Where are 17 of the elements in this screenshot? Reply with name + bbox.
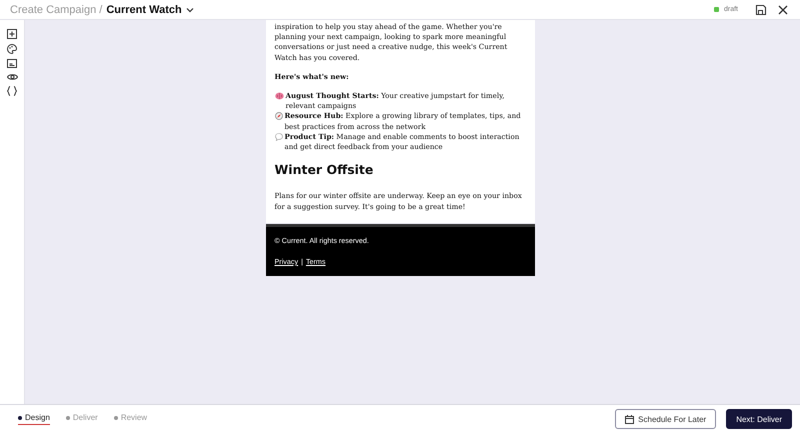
step-tab[interactable]: Design [18,413,50,425]
compass-icon [274,112,282,120]
calendar-icon [625,414,634,424]
close-icon[interactable] [778,4,788,14]
schedule-button[interactable]: Schedule For Later [615,409,716,429]
speech-bubble-icon [274,132,282,141]
next-button[interactable]: Next: Deliver [726,409,792,429]
section-heading: Winter Offsite [274,165,374,176]
campaign-title[interactable]: Current Watch [106,4,182,16]
layout-icon[interactable] [7,59,17,68]
chevron-down-icon[interactable] [186,6,194,12]
eye-icon[interactable] [6,73,18,81]
palette-icon[interactable] [7,44,17,54]
add-block-icon[interactable] [7,29,17,39]
brain-icon [274,92,284,100]
code-braces-icon[interactable] [7,86,17,96]
save-icon[interactable] [755,4,767,16]
